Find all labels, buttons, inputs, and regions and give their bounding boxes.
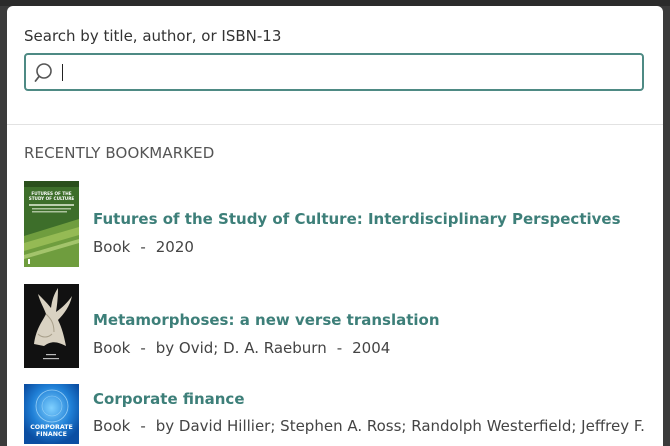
book-title-link[interactable]: Corporate finance — [93, 390, 245, 408]
book-meta: Book -2020 — [93, 238, 194, 256]
book-type: Book — [93, 339, 131, 357]
book-authors: by Ovid; D. A. Raeburn — [155, 339, 327, 357]
cover-title-line-2: STUDY OF CULTURE — [29, 196, 75, 201]
book-year: 2020 — [155, 238, 194, 256]
book-title-link[interactable]: Futures of the Study of Culture: Interdi… — [93, 210, 621, 228]
search-icon — [34, 63, 52, 82]
text-cursor — [62, 64, 63, 81]
book-meta: Book - by David Hillier; Stephen A. Ross; … — [93, 417, 645, 435]
cover-title-line-2: FINANCE — [36, 431, 67, 438]
book-title-link[interactable]: Metamorphoses: a new verse translation — [93, 311, 440, 329]
book-meta: Book - by Ovid; D. A. Raeburn -2004 — [93, 339, 390, 357]
meta-separator: - — [140, 339, 146, 357]
meta-separator: - — [140, 238, 146, 256]
book-authors: by David Hillier; Stephen A. Ross; Rando… — [155, 417, 645, 435]
book-cover-corporate-finance[interactable]: CORPORATE FINANCE — [24, 384, 79, 444]
book-year: 2004 — [352, 339, 391, 357]
book-type: Book — [93, 238, 131, 256]
book-cover-futures[interactable]: FUTURES OF THE STUDY OF CULTURE — [24, 181, 79, 267]
cover-title-line-1: CORPORATE — [30, 424, 73, 431]
recently-bookmarked-heading: RECENTLY BOOKMARKED — [24, 144, 215, 162]
search-input[interactable] — [66, 57, 630, 89]
book-type: Book — [93, 417, 131, 435]
search-box[interactable] — [24, 53, 644, 91]
meta-separator: - — [336, 339, 343, 357]
meta-separator: - — [140, 417, 146, 435]
search-section: Search by title, author, or ISBN-13 — [7, 6, 663, 125]
book-cover-metamorphoses[interactable] — [24, 284, 79, 368]
search-label: Search by title, author, or ISBN-13 — [24, 27, 282, 45]
search-modal: Search by title, author, or ISBN-13 RECE… — [7, 6, 663, 446]
